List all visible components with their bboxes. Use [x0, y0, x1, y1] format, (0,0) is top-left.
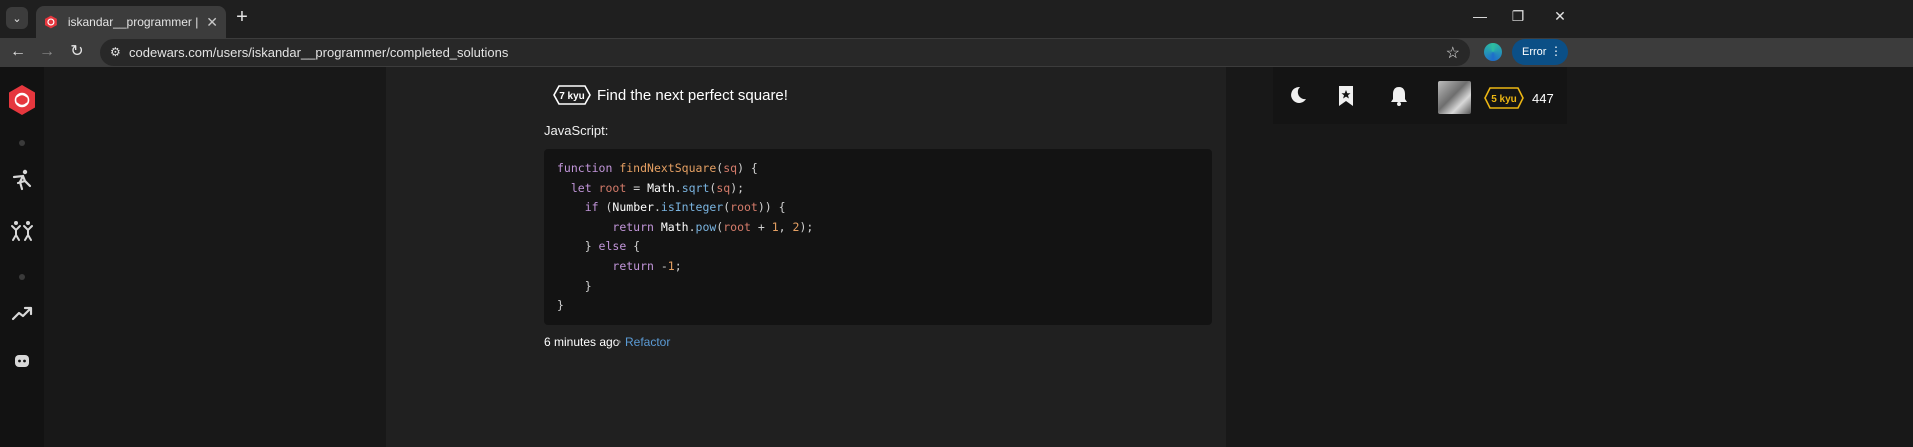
close-window-button[interactable]: ✕ [1540, 8, 1580, 25]
sidebar-item-compete[interactable] [0, 220, 44, 242]
refactor-link[interactable]: Refactor [625, 335, 670, 349]
profile-error-button[interactable]: Error ⋮ [1512, 39, 1568, 65]
code-line: } [557, 298, 564, 313]
tab-search-button[interactable]: ⌄ [6, 7, 28, 29]
bell-icon [1391, 87, 1407, 106]
codewars-logo[interactable] [0, 84, 44, 116]
language-label: JavaScript: [544, 123, 609, 138]
close-icon[interactable]: ✕ [206, 14, 218, 31]
browser-tab[interactable]: iskandar__programmer | Codew ✕ [36, 6, 226, 38]
back-button[interactable]: ← [7, 41, 29, 63]
new-tab-button[interactable]: + [232, 7, 252, 28]
code-block: function findNextSquare(sq) { let root =… [544, 149, 1212, 325]
restore-button[interactable]: ❐ [1498, 8, 1538, 25]
minimize-button[interactable]: — [1460, 8, 1500, 24]
dark-mode-toggle[interactable] [1288, 85, 1312, 109]
address-bar[interactable]: ⚙ codewars.com/users/iskandar__programme… [100, 39, 1470, 66]
codewars-logo-icon [9, 85, 35, 115]
menu-dots-icon[interactable]: ⋮ [1550, 44, 1562, 58]
browser-toolbar: ← → ↻ ⚙ codewars.com/users/iskandar__pro… [0, 38, 1913, 67]
reload-button[interactable]: ↻ [66, 41, 88, 63]
user-rank-label: 5 kyu [1491, 94, 1517, 105]
site-info-icon[interactable]: ⚙ [110, 45, 124, 59]
bookmarks-button[interactable] [1337, 85, 1361, 109]
profile-error-label: Error [1522, 46, 1547, 58]
notifications-button[interactable] [1388, 85, 1412, 109]
sparring-icon [11, 221, 33, 241]
sidebar-divider-dot [0, 271, 44, 280]
code-line: let root = Math.sqrt(sq); [570, 180, 745, 195]
chevron-down-icon: ⌄ [12, 12, 22, 25]
sidebar-item-leaderboard[interactable] [0, 305, 44, 321]
code-line: } else { [557, 239, 641, 254]
code-line: } [557, 278, 592, 293]
codewars-favicon-icon [44, 15, 57, 29]
meta-separator: • [617, 335, 622, 349]
moon-icon [1291, 86, 1306, 103]
page: 7 kyu Find the next perfect square! Java… [0, 67, 1913, 447]
martial-arts-kick-icon [12, 169, 32, 191]
trending-up-icon [11, 306, 33, 321]
honor-score: 447 [1532, 91, 1554, 106]
sidebar-item-discord[interactable] [0, 354, 44, 368]
sidebar-item-practice[interactable] [0, 169, 44, 191]
code-line: return Math.pow(root + 1, 2); [612, 219, 814, 234]
browser-tab-bar: ⌄ iskandar__programmer | Codew ✕ + — ❐ ✕ [0, 0, 1913, 38]
user-avatar[interactable] [1438, 81, 1471, 114]
url-text: codewars.com/users/iskandar__programmer/… [129, 45, 509, 60]
tab-title: iskandar__programmer | Codew [67, 15, 199, 29]
bookmark-star-icon[interactable]: ☆ [1446, 43, 1460, 63]
sidebar-divider-dot [0, 137, 44, 146]
kyu-rank-label: 7 kyu [559, 91, 585, 102]
code-line: return -1; [612, 258, 682, 273]
solution-timestamp: 6 minutes ago [544, 335, 620, 349]
code-line: if (Number.isInteger(root)) { [584, 200, 786, 215]
forward-button[interactable]: → [36, 41, 58, 63]
kata-title-link[interactable]: Find the next perfect square! [597, 87, 788, 104]
discord-icon [15, 355, 29, 367]
sidebar [0, 67, 44, 447]
bookmark-star-icon [1339, 86, 1353, 106]
code-line: function findNextSquare(sq) { [557, 161, 758, 175]
user-rank-badge[interactable]: 5 kyu [1484, 87, 1524, 109]
extension-icon[interactable] [1484, 43, 1502, 61]
kyu-rank-badge: 7 kyu [553, 85, 591, 105]
